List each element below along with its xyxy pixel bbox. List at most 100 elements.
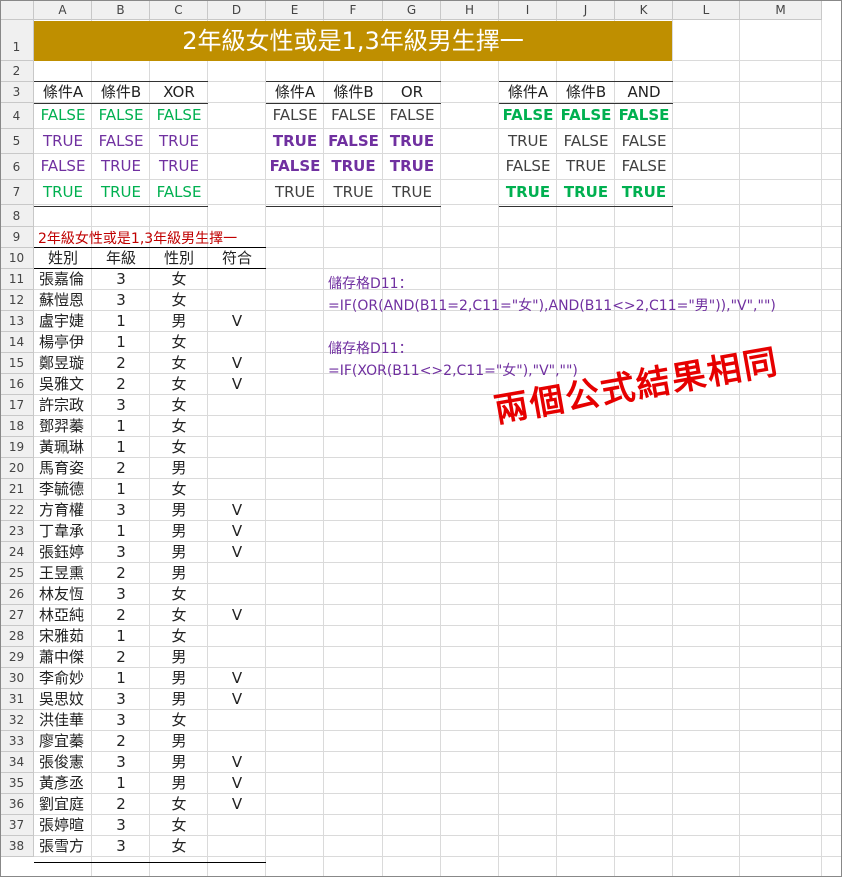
person-name-cell[interactable]: 林友恆: [34, 584, 92, 605]
gender-cell[interactable]: 男: [150, 563, 208, 584]
match-cell[interactable]: [208, 710, 266, 731]
person-name-cell[interactable]: 宋雅茹: [34, 626, 92, 647]
truth-table-cell[interactable]: TRUE: [383, 180, 441, 205]
truth-table-cell[interactable]: TRUE: [324, 154, 383, 179]
gender-cell[interactable]: 女: [150, 836, 208, 857]
truth-table-cell[interactable]: FALSE: [150, 103, 208, 128]
person-name-cell[interactable]: 鄭昱璇: [34, 353, 92, 374]
truth-table-cell[interactable]: TRUE: [557, 154, 615, 179]
row-header-35[interactable]: 35: [0, 773, 34, 794]
gender-cell[interactable]: 男: [150, 521, 208, 542]
truth-table-cell[interactable]: FALSE: [266, 154, 324, 179]
person-name-cell[interactable]: 鄧羿蓁: [34, 416, 92, 437]
truth-table-cell[interactable]: FALSE: [615, 154, 673, 179]
column-header-k[interactable]: K: [615, 0, 673, 20]
row-header-1[interactable]: 1: [0, 20, 34, 61]
row-header-25[interactable]: 25: [0, 563, 34, 584]
truth-table-cell[interactable]: TRUE: [34, 129, 92, 154]
match-cell[interactable]: [208, 458, 266, 479]
row-header-20[interactable]: 20: [0, 458, 34, 479]
person-name-cell[interactable]: 蕭中傑: [34, 647, 92, 668]
gender-cell[interactable]: 女: [150, 290, 208, 311]
grade-cell[interactable]: 3: [92, 689, 150, 710]
truth-table-header[interactable]: 條件B: [324, 82, 383, 103]
match-cell[interactable]: V: [208, 605, 266, 626]
person-name-cell[interactable]: 蘇愷恩: [34, 290, 92, 311]
data-table-header[interactable]: 姓別: [34, 248, 92, 269]
row-header-14[interactable]: 14: [0, 332, 34, 353]
column-header-j[interactable]: J: [557, 0, 615, 20]
row-header-8[interactable]: 8: [0, 205, 34, 227]
person-name-cell[interactable]: 劉宜庭: [34, 794, 92, 815]
truth-table-cell[interactable]: FALSE: [499, 103, 557, 128]
truth-table-cell[interactable]: FALSE: [383, 103, 441, 128]
column-header-h[interactable]: H: [441, 0, 499, 20]
person-name-cell[interactable]: 張雪方: [34, 836, 92, 857]
row-header-10[interactable]: 10: [0, 248, 34, 269]
grade-cell[interactable]: 3: [92, 752, 150, 773]
row-header-7[interactable]: 7: [0, 180, 34, 205]
truth-table-cell[interactable]: TRUE: [383, 154, 441, 179]
grade-cell[interactable]: 1: [92, 626, 150, 647]
gender-cell[interactable]: 男: [150, 458, 208, 479]
row-header-30[interactable]: 30: [0, 668, 34, 689]
person-name-cell[interactable]: 丁韋承: [34, 521, 92, 542]
person-name-cell[interactable]: 黃彥丞: [34, 773, 92, 794]
gender-cell[interactable]: 男: [150, 689, 208, 710]
column-header-f[interactable]: F: [324, 0, 383, 20]
row-header-31[interactable]: 31: [0, 689, 34, 710]
row-header-23[interactable]: 23: [0, 521, 34, 542]
row-header-17[interactable]: 17: [0, 395, 34, 416]
row-header-29[interactable]: 29: [0, 647, 34, 668]
gender-cell[interactable]: 女: [150, 584, 208, 605]
column-header-i[interactable]: I: [499, 0, 557, 20]
match-cell[interactable]: V: [208, 668, 266, 689]
row-header-3[interactable]: 3: [0, 82, 34, 103]
column-header-m[interactable]: M: [740, 0, 822, 20]
person-name-cell[interactable]: 吳雅文: [34, 374, 92, 395]
data-table-header[interactable]: 年級: [92, 248, 150, 269]
match-cell[interactable]: [208, 290, 266, 311]
grade-cell[interactable]: 2: [92, 731, 150, 752]
grade-cell[interactable]: 2: [92, 647, 150, 668]
match-cell[interactable]: V: [208, 773, 266, 794]
truth-table-cell[interactable]: TRUE: [383, 129, 441, 154]
truth-table-cell[interactable]: FALSE: [92, 103, 150, 128]
person-name-cell[interactable]: 張嘉倫: [34, 269, 92, 290]
gender-cell[interactable]: 女: [150, 269, 208, 290]
truth-table-header[interactable]: AND: [615, 82, 673, 103]
person-name-cell[interactable]: 吳思妏: [34, 689, 92, 710]
gender-cell[interactable]: 女: [150, 395, 208, 416]
grade-cell[interactable]: 3: [92, 836, 150, 857]
row-header-38[interactable]: 38: [0, 836, 34, 857]
match-cell[interactable]: V: [208, 752, 266, 773]
gender-cell[interactable]: 女: [150, 794, 208, 815]
match-cell[interactable]: V: [208, 311, 266, 332]
column-header-e[interactable]: E: [266, 0, 324, 20]
grade-cell[interactable]: 2: [92, 353, 150, 374]
row-header-4[interactable]: 4: [0, 103, 34, 129]
gender-cell[interactable]: 男: [150, 773, 208, 794]
row-header-26[interactable]: 26: [0, 584, 34, 605]
grade-cell[interactable]: 3: [92, 290, 150, 311]
column-header-l[interactable]: L: [673, 0, 740, 20]
truth-table-cell[interactable]: FALSE: [34, 154, 92, 179]
data-table-header[interactable]: 符合: [208, 248, 266, 269]
truth-table-cell[interactable]: FALSE: [615, 103, 673, 128]
select-all-corner[interactable]: [0, 0, 34, 20]
gender-cell[interactable]: 女: [150, 626, 208, 647]
person-name-cell[interactable]: 盧宇婕: [34, 311, 92, 332]
match-cell[interactable]: [208, 626, 266, 647]
column-header-b[interactable]: B: [92, 0, 150, 20]
match-cell[interactable]: V: [208, 689, 266, 710]
truth-table-cell[interactable]: TRUE: [92, 154, 150, 179]
person-name-cell[interactable]: 李毓德: [34, 479, 92, 500]
row-header-6[interactable]: 6: [0, 154, 34, 180]
grade-cell[interactable]: 1: [92, 668, 150, 689]
truth-table-cell[interactable]: TRUE: [324, 180, 383, 205]
truth-table-cell[interactable]: FALSE: [150, 180, 208, 205]
truth-table-cell[interactable]: TRUE: [266, 129, 324, 154]
grade-cell[interactable]: 3: [92, 815, 150, 836]
person-name-cell[interactable]: 張婷暄: [34, 815, 92, 836]
truth-table-cell[interactable]: TRUE: [150, 154, 208, 179]
